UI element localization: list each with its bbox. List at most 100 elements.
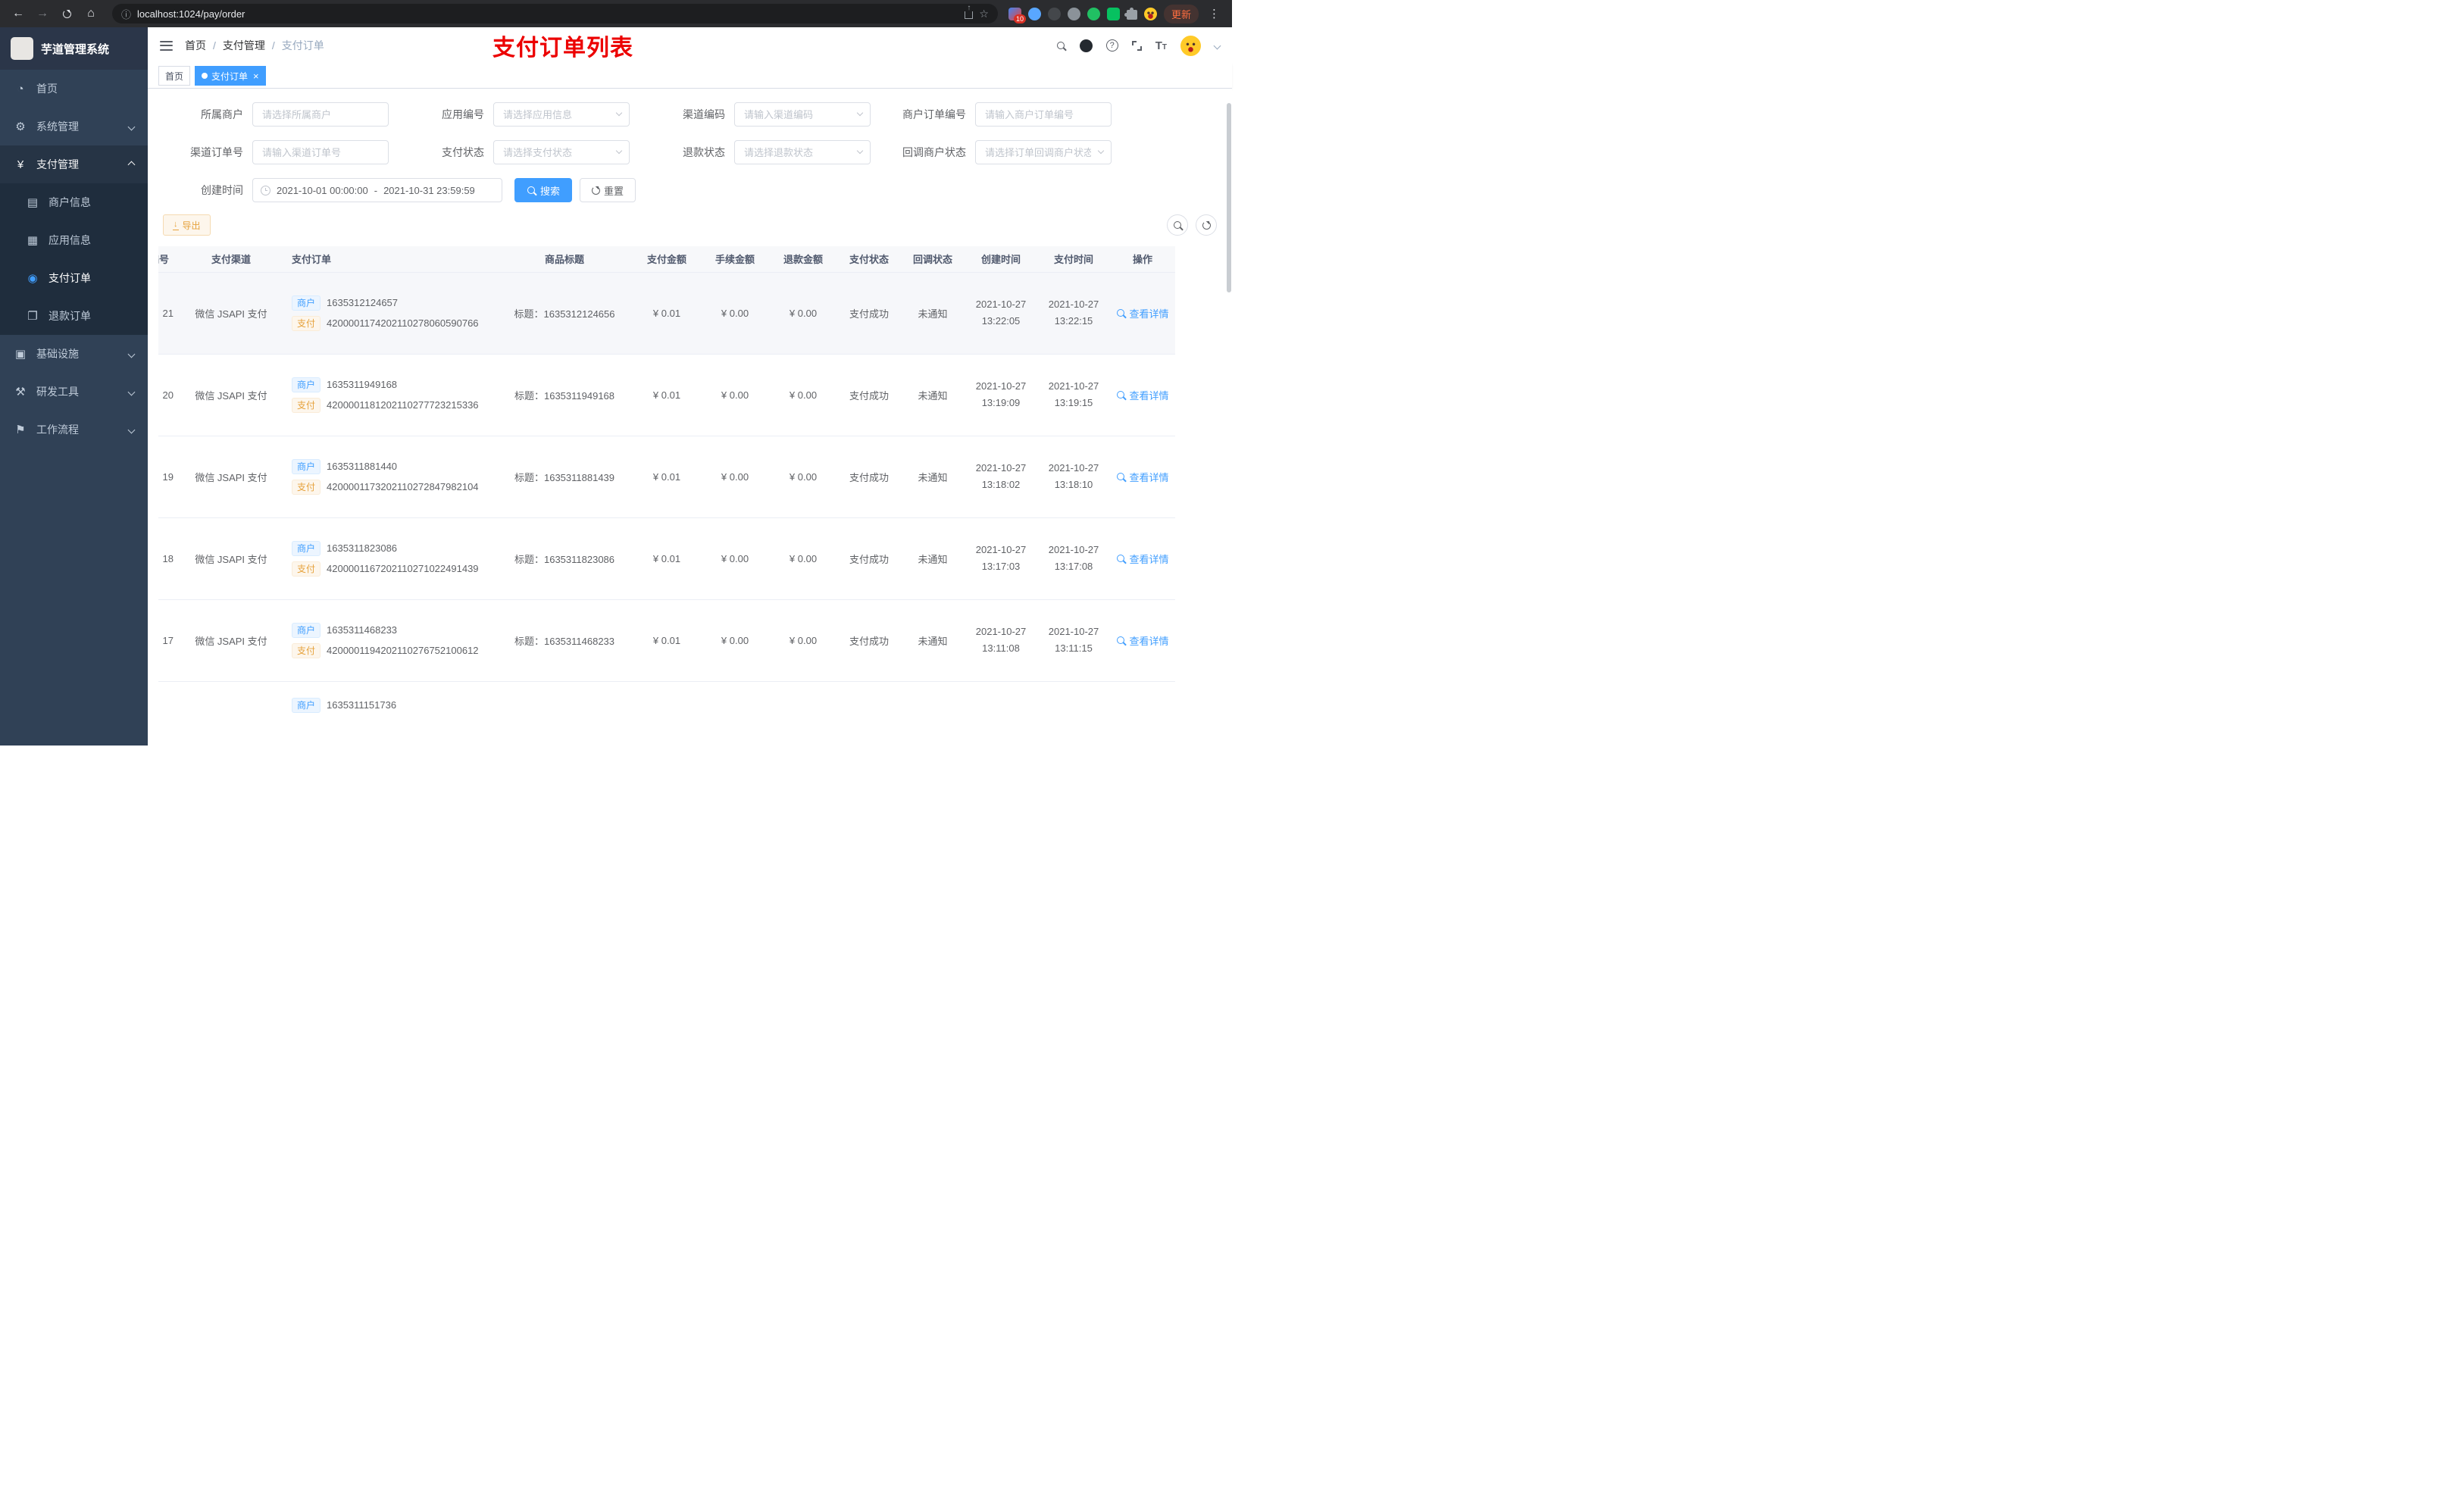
filter-select[interactable]	[734, 140, 871, 164]
date-start-value: 2021-10-01 00:00:00	[277, 184, 368, 196]
view-detail-link[interactable]: 查看详情	[1116, 306, 1169, 320]
search-button[interactable]: 搜索	[514, 178, 573, 202]
forward-button[interactable]: →	[32, 4, 53, 23]
pay-tag: 支付	[292, 479, 321, 495]
sidebar-item-workflow[interactable]: ⚑ 工作流程	[0, 411, 148, 449]
view-detail-link[interactable]: 查看详情	[1116, 633, 1169, 648]
select-input[interactable]	[493, 102, 630, 127]
table-body: 21 微信 JSAPI 支付 商户 1635312124657 支付 4200001174…	[158, 272, 1175, 745]
filter-select[interactable]	[493, 140, 630, 164]
pay-order-icon: ◉	[27, 272, 38, 285]
sidebar-item-pay[interactable]: ¥ 支付管理	[0, 145, 148, 183]
clock-icon	[261, 185, 270, 195]
filter-select[interactable]	[734, 102, 871, 127]
cell-amount: ¥ 0.01	[633, 354, 701, 436]
select-input[interactable]	[734, 140, 871, 164]
share-icon[interactable]	[965, 11, 974, 19]
filter-select[interactable]	[975, 140, 1112, 164]
menu-kebab-icon[interactable]: ⋮	[1205, 7, 1223, 20]
cell-status: 支付成功	[837, 436, 901, 518]
user-avatar[interactable]	[1180, 35, 1201, 56]
filter-input[interactable]	[252, 102, 389, 127]
extension-icon[interactable]	[1067, 7, 1080, 20]
update-button[interactable]: 更新	[1163, 4, 1199, 23]
cell-order: 商户 1635311881440 支付 42000011732021102728479…	[284, 436, 496, 518]
select-input[interactable]	[493, 140, 630, 164]
sidebar-item-label: 系统管理	[36, 120, 79, 133]
sidebar-item-refund-order[interactable]: ❐ 退款订单	[0, 297, 148, 335]
column-header: 支付订单	[284, 246, 496, 273]
search-icon	[1116, 554, 1126, 564]
sidebar-toggle-icon[interactable]	[160, 40, 173, 51]
fullscreen-icon[interactable]	[1131, 40, 1142, 51]
reload-button[interactable]	[56, 4, 77, 23]
sidebar-item-pay-order[interactable]: ◉ 支付订单	[0, 259, 148, 297]
select-input[interactable]	[975, 140, 1112, 164]
extension-icon[interactable]	[1047, 7, 1061, 20]
cell-amount: ¥ 0.01	[633, 517, 701, 600]
back-button[interactable]: ←	[8, 4, 29, 23]
cell-status: 支付成功	[837, 354, 901, 436]
info-icon[interactable]: ⓘ	[121, 7, 131, 21]
filter-input[interactable]	[975, 102, 1112, 127]
cell-channel: 微信 JSAPI 支付	[178, 599, 284, 682]
sidebar-item-system[interactable]: ⚙ 系统管理	[0, 108, 148, 145]
profile-avatar[interactable]	[1143, 7, 1157, 20]
scrollbar[interactable]	[1227, 58, 1231, 770]
font-size-icon[interactable]: TT	[1155, 40, 1167, 52]
chevron-down-icon[interactable]	[1213, 42, 1221, 49]
table-row: 19 微信 JSAPI 支付 商户 1635311881440 支付 4200001173…	[158, 436, 1175, 518]
cell-order: 商户 1635311468233 支付 42000011942021102767521…	[284, 599, 496, 682]
export-button-label: 导出	[182, 220, 201, 231]
cell-channel: 微信 JSAPI 支付	[178, 272, 284, 355]
scrollbar-thumb[interactable]	[1227, 103, 1231, 292]
cell-order: 商户 1635311823086 支付 42000011672021102710224…	[284, 517, 496, 600]
view-detail-link[interactable]: 查看详情	[1116, 552, 1169, 566]
github-icon[interactable]	[1079, 39, 1093, 52]
url-bar[interactable]: ⓘ localhost:1024/pay/order ☆	[112, 4, 998, 23]
breadcrumb-item[interactable]: 首页	[185, 38, 206, 53]
extension-icon[interactable]	[1106, 7, 1120, 20]
reset-button-label: 重置	[604, 185, 624, 197]
home-button[interactable]: ⌂	[80, 4, 102, 23]
refresh-list-button[interactable]	[1196, 214, 1217, 236]
extension-icon[interactable]	[1087, 7, 1100, 20]
extensions-puzzle-icon[interactable]	[1124, 8, 1137, 20]
extension-icon[interactable]: 10	[1008, 7, 1026, 23]
reset-button[interactable]: 重置	[580, 178, 636, 202]
filter-field: 商户订单编号	[886, 102, 1127, 127]
breadcrumb-item[interactable]: 支付管理	[223, 38, 265, 53]
text-input[interactable]	[975, 102, 1112, 127]
tab-0[interactable]: 首页	[158, 66, 191, 86]
text-input[interactable]	[252, 140, 389, 164]
sidebar-item-devtools[interactable]: ⚒ 研发工具	[0, 373, 148, 411]
select-input[interactable]	[734, 102, 871, 127]
cell-status: 支付成功	[837, 517, 901, 600]
filter-input[interactable]	[252, 140, 389, 164]
export-button[interactable]: ↓ 导出	[163, 214, 211, 236]
merchant-tag: 商户	[292, 295, 321, 311]
cell-notify-status: 未通知	[901, 272, 965, 355]
search-icon[interactable]	[1056, 41, 1066, 51]
cell-refund: ¥ 0.00	[769, 517, 837, 600]
show-search-button[interactable]	[1167, 214, 1188, 236]
help-icon[interactable]: ?	[1105, 39, 1118, 52]
sidebar-item-home[interactable]: ◔ 首页	[0, 70, 148, 108]
cell-fee: ¥ 0.00	[701, 599, 769, 682]
tab-1[interactable]: 支付订单 ×	[195, 66, 266, 86]
sidebar-item-merchant-info[interactable]: ▤ 商户信息	[0, 183, 148, 221]
sidebar-item-app-info[interactable]: ▦ 应用信息	[0, 221, 148, 259]
extension-icon[interactable]	[1027, 7, 1041, 20]
text-input[interactable]	[252, 102, 389, 127]
cell-order: 商户 1635312124657 支付 42000011742021102780605…	[284, 272, 496, 355]
filter-select[interactable]	[493, 102, 630, 127]
close-icon[interactable]: ×	[253, 70, 259, 82]
filter-field: 应用编号	[404, 102, 645, 127]
merchant-order-no: 1635311881440	[327, 461, 398, 472]
view-detail-link[interactable]: 查看详情	[1116, 388, 1169, 402]
view-detail-link[interactable]: 查看详情	[1116, 470, 1169, 484]
sidebar-item-infra[interactable]: ▣ 基础设施	[0, 335, 148, 373]
bookmark-star-icon[interactable]: ☆	[979, 8, 989, 20]
cell-pay-time: 2021-10-27 13:19:15	[1037, 354, 1110, 436]
date-range-picker[interactable]: 2021-10-01 00:00:00 - 2021-10-31 23:59:5…	[252, 178, 502, 202]
